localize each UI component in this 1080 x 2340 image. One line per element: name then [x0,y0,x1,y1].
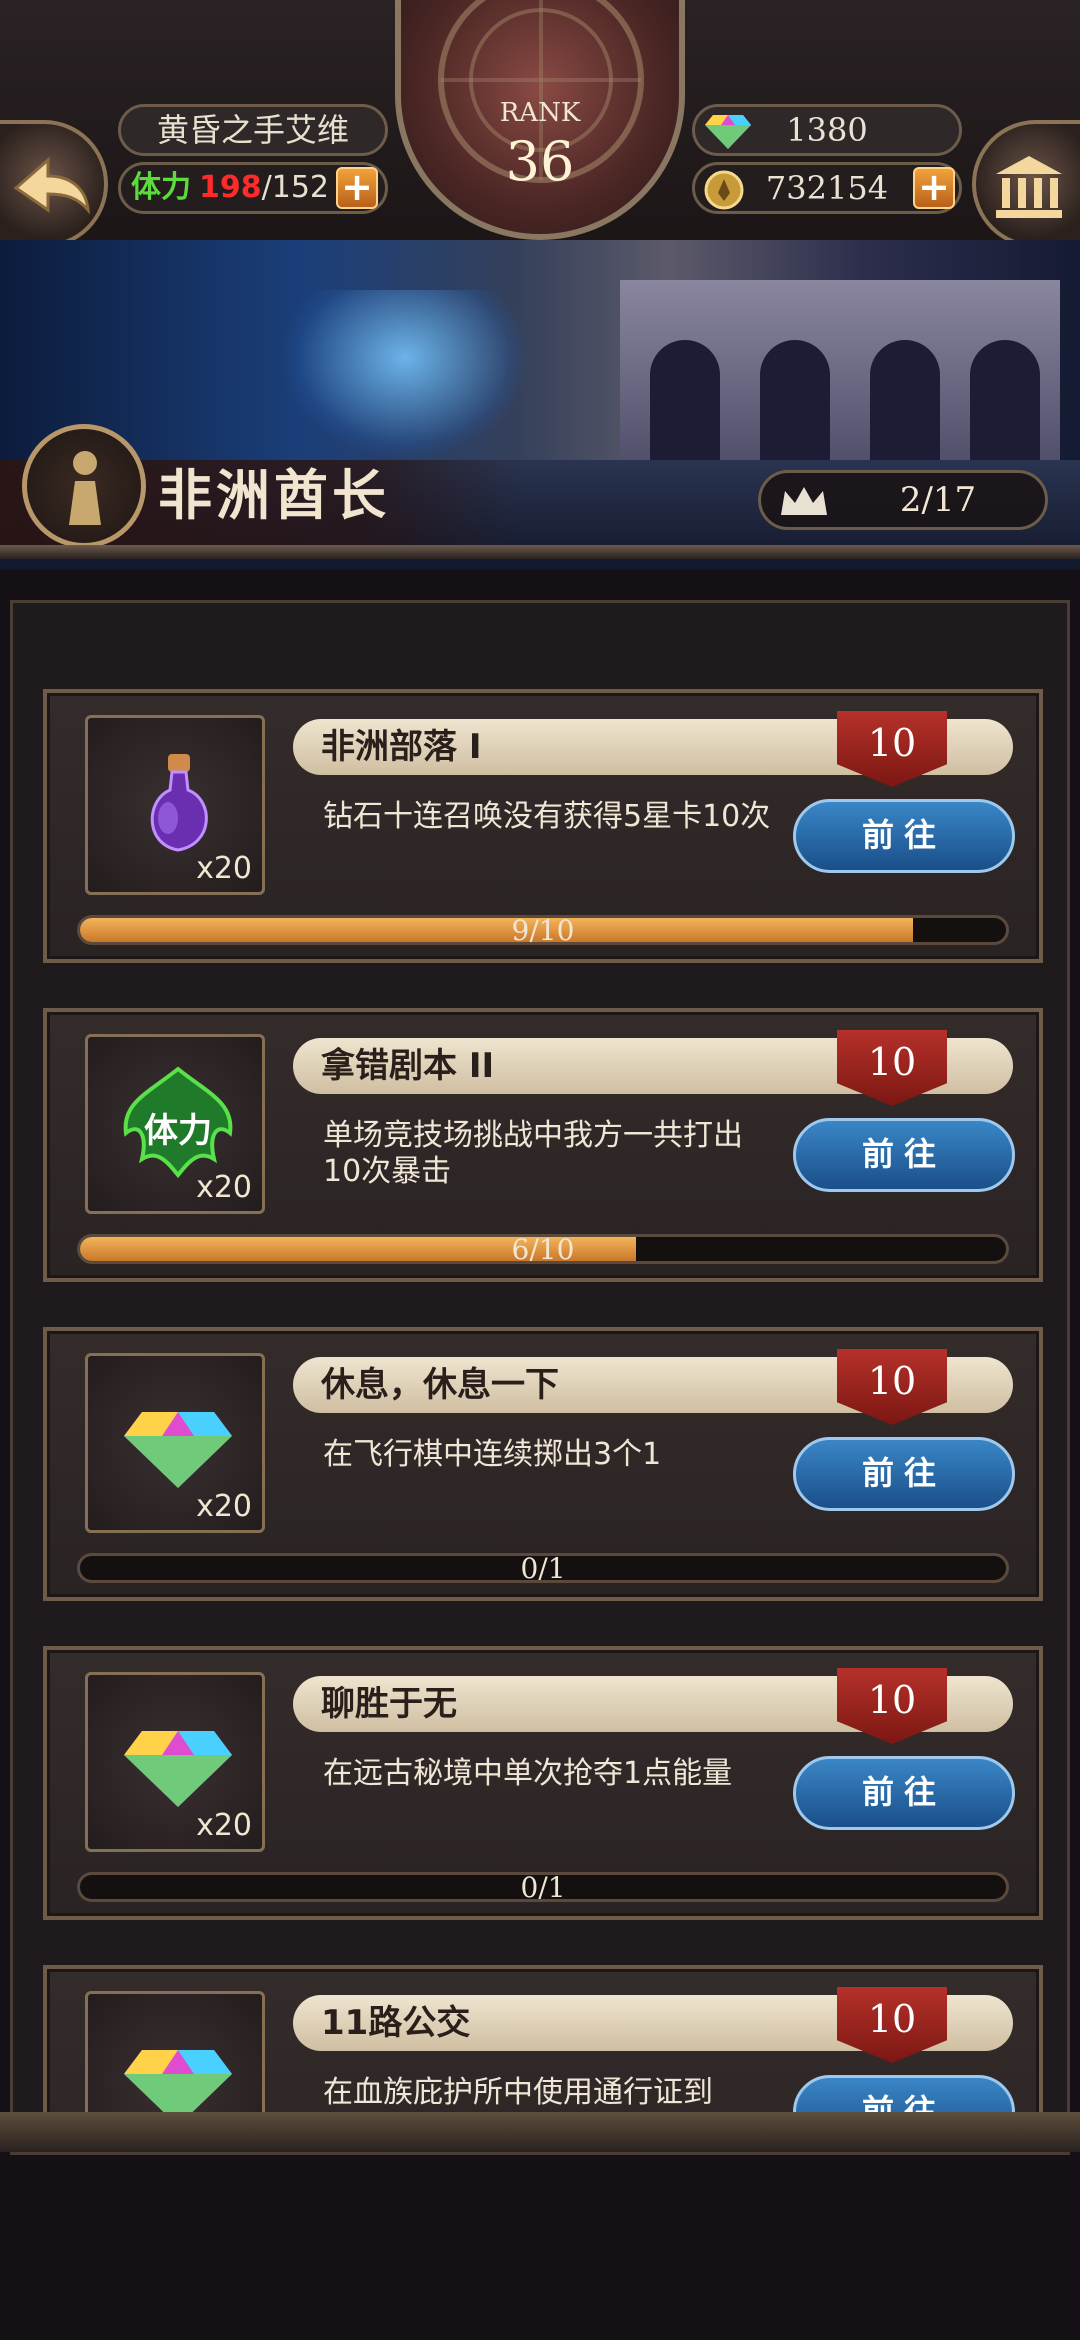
reward-slot[interactable]: x20 [85,1353,265,1533]
go-button[interactable]: 前往 [793,1118,1015,1192]
task-points-badge: 10 [837,711,947,787]
task-description: 在飞行棋中连续掷出3个1 [323,1437,662,1472]
divider [0,545,1080,559]
go-button[interactable]: 前往 [793,1756,1015,1830]
achievement-progress-text: 2/17 [899,480,977,520]
task-points-badge: 10 [837,1349,947,1425]
player-name: 黄昏之手艾维 [118,104,388,156]
arch [650,340,720,460]
task-progress-label: 9/10 [511,915,575,945]
fountain-scenery [280,290,530,460]
task-title: 聊胜于无 [321,1684,457,1724]
achievement-progress: 2/17 [758,470,1048,530]
museum-button[interactable] [972,120,1080,248]
back-arrow-icon [13,156,90,215]
arch [760,340,830,460]
museum-icon [996,156,1062,218]
task-progress-bar: 6/10 [77,1234,1009,1264]
gem-amount: 1380 [786,111,868,149]
reward-quantity: x20 [196,1489,252,1524]
task-points-badge: 10 [837,1030,947,1106]
task-description: 在血族庇护所中使用通行证到 [323,2075,713,2110]
task-card: x20 非洲部落 I 10 钻石十连召唤没有获得5星卡10次 前往 9/10 [43,689,1043,963]
reward-slot[interactable]: x20 [85,1672,265,1852]
go-button[interactable]: 前往 [793,799,1015,873]
gold-amount: 732154 [765,169,889,207]
task-points-badge: 10 [837,1987,947,2063]
reward-quantity: x20 [196,851,252,886]
task-description: 在远古秘境中单次抢夺1点能量 [323,1756,733,1791]
building-scenery [620,280,1060,480]
task-progress-label: 0/1 [520,1553,566,1583]
task-title: 休息，休息一下 [321,1365,559,1405]
potion-icon [150,754,208,852]
task-progress-bar: 0/1 [77,1872,1009,1902]
arch [970,340,1040,460]
top-hud: 黄昏之手艾维 体力 198/152 + RANK 36 1380 732154 + [0,0,1080,250]
back-button[interactable] [0,120,108,248]
task-card: x20 聊胜于无 10 在远古秘境中单次抢夺1点能量 前往 0/1 [43,1646,1043,1920]
task-progress-bar: 9/10 [77,915,1009,945]
diamond-icon [124,1731,232,1807]
arch [870,340,940,460]
rank-value: 36 [505,130,575,193]
task-title: 11路公交 [321,2003,471,2043]
rank-label: RANK [499,98,581,128]
reward-slot[interactable]: 体力 x20 [85,1034,265,1214]
go-button[interactable]: 前往 [793,1437,1015,1511]
stamina-max: /152 [261,170,329,205]
task-progress-bar: 0/1 [77,1553,1009,1583]
task-title: 非洲部落 I [321,727,482,767]
achievement-emblem [22,424,146,548]
task-progress-label: 0/1 [520,1872,566,1902]
bottom-frame [0,2112,1080,2152]
task-description: 钻石十连召唤没有获得5星卡10次 [323,799,771,834]
task-list[interactable]: x20 非洲部落 I 10 钻石十连召唤没有获得5星卡10次 前往 9/10 体… [10,600,1070,2155]
rank-emblem: RANK 36 [395,0,685,240]
task-title: 拿错剧本 II [321,1046,495,1086]
add-stamina-button[interactable]: + [336,167,378,209]
reward-slot[interactable]: x20 [85,715,265,895]
figure-icon [69,451,101,525]
diamond-icon [705,115,751,149]
task-card: x20 休息，休息一下 10 在飞行棋中连续掷出3个1 前往 0/1 [43,1327,1043,1601]
task-progress-label: 6/10 [511,1234,575,1264]
gem-balance: 1380 [692,104,962,156]
task-points-badge: 10 [837,1668,947,1744]
page-title: 非洲酋长 [158,463,390,527]
task-description: 单场竞技场挑战中我方一共打出10次暴击 [323,1118,743,1189]
reward-quantity: x20 [196,1170,252,1205]
add-gold-button[interactable]: + [913,167,955,209]
reward-quantity: x20 [196,1808,252,1843]
stamina-icon-label: 体力 [144,1111,212,1151]
task-card: 体力 x20 拿错剧本 II 10 单场竞技场挑战中我方一共打出10次暴击 前往… [43,1008,1043,1282]
stamina-current: 198 [199,170,262,205]
gold-coin-icon [704,170,744,210]
stamina-label: 体力 [131,170,191,205]
diamond-icon [124,1412,232,1488]
crown-icon [781,487,827,515]
